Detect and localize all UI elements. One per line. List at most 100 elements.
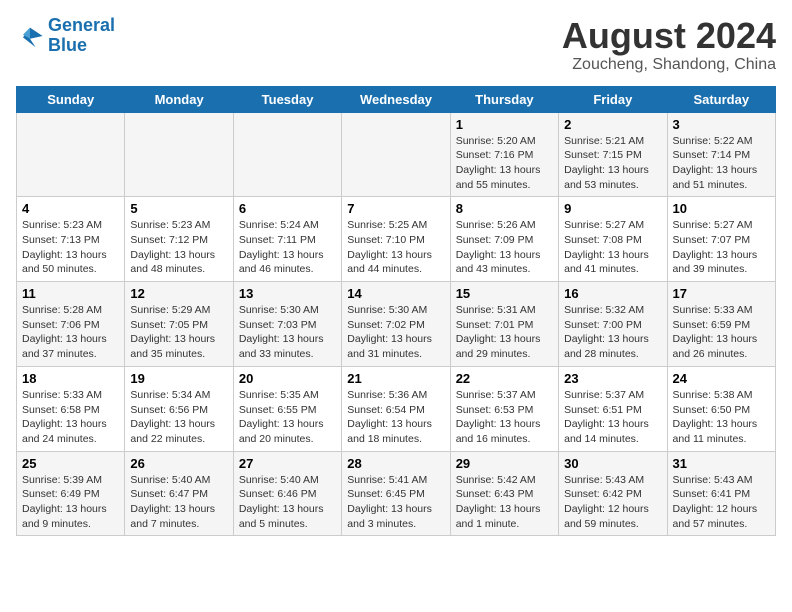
calendar-cell: 11 Sunrise: 5:28 AM Sunset: 7:06 PM Dayli… [17, 282, 125, 367]
calendar-cell: 23Sunrise: 5:37 AM Sunset: 6:51 PM Dayli… [559, 366, 667, 451]
day-info: Sunrise: 5:34 AM Sunset: 6:56 PM Dayligh… [130, 388, 227, 447]
day-number: 9 [564, 201, 661, 216]
day-info: Sunrise: 5:42 AM Sunset: 6:43 PM Dayligh… [456, 473, 553, 532]
logo: General Blue [16, 16, 115, 56]
calendar-cell: 12 Sunrise: 5:29 AM Sunset: 7:05 PM Dayli… [125, 282, 233, 367]
week-row-3: 11 Sunrise: 5:28 AM Sunset: 7:06 PM Dayli… [17, 282, 776, 367]
day-info: Sunrise: 5:27 AM Sunset: 7:07 PM Dayligh… [673, 218, 770, 277]
calendar-cell: 17 Sunrise: 5:33 AM Sunset: 6:59 PM Dayli… [667, 282, 775, 367]
day-info: Sunrise: 5:30 AM Sunset: 7:03 PM Dayligh… [239, 303, 336, 362]
day-number: 31 [673, 456, 770, 471]
day-info: Sunrise: 5:41 AM Sunset: 6:45 PM Dayligh… [347, 473, 444, 532]
page-header: General Blue August 2024 Zoucheng, Shand… [16, 16, 776, 74]
day-number: 23 [564, 371, 661, 386]
day-number: 6 [239, 201, 336, 216]
day-number: 13 [239, 286, 336, 301]
day-info: Sunrise: 5:20 AM Sunset: 7:16 PM Dayligh… [456, 134, 553, 193]
calendar-cell: 28 Sunrise: 5:41 AM Sunset: 6:45 PM Dayli… [342, 451, 450, 536]
day-info: Sunrise: 5:33 AM Sunset: 6:59 PM Dayligh… [673, 303, 770, 362]
calendar-cell: 26 Sunrise: 5:40 AM Sunset: 6:47 PM Dayli… [125, 451, 233, 536]
calendar-cell: 4 Sunrise: 5:23 AM Sunset: 7:13 PM Daylig… [17, 197, 125, 282]
day-number: 29 [456, 456, 553, 471]
day-info: Sunrise: 5:38 AM Sunset: 6:50 PM Dayligh… [673, 388, 770, 447]
calendar-cell: 7 Sunrise: 5:25 AM Sunset: 7:10 PM Daylig… [342, 197, 450, 282]
calendar-cell: 20Sunrise: 5:35 AM Sunset: 6:55 PM Dayli… [233, 366, 341, 451]
day-number: 26 [130, 456, 227, 471]
calendar-cell: 14 Sunrise: 5:30 AM Sunset: 7:02 PM Dayli… [342, 282, 450, 367]
day-info: Sunrise: 5:40 AM Sunset: 6:46 PM Dayligh… [239, 473, 336, 532]
day-number: 3 [673, 117, 770, 132]
calendar-cell: 10 Sunrise: 5:27 AM Sunset: 7:07 PM Dayli… [667, 197, 775, 282]
day-info: Sunrise: 5:43 AM Sunset: 6:41 PM Dayligh… [673, 473, 770, 532]
day-info: Sunrise: 5:23 AM Sunset: 7:13 PM Dayligh… [22, 218, 119, 277]
calendar-cell [342, 112, 450, 197]
calendar-cell: 19 Sunrise: 5:34 AM Sunset: 6:56 PM Dayli… [125, 366, 233, 451]
header-row: SundayMondayTuesdayWednesdayThursdayFrid… [17, 86, 776, 112]
day-info: Sunrise: 5:23 AM Sunset: 7:12 PM Dayligh… [130, 218, 227, 277]
day-number: 15 [456, 286, 553, 301]
day-number: 4 [22, 201, 119, 216]
header-sunday: Sunday [17, 86, 125, 112]
title-area: August 2024 Zoucheng, Shandong, China [562, 16, 776, 74]
day-number: 2 [564, 117, 661, 132]
header-friday: Friday [559, 86, 667, 112]
calendar-cell: 6 Sunrise: 5:24 AM Sunset: 7:11 PM Daylig… [233, 197, 341, 282]
day-info: Sunrise: 5:26 AM Sunset: 7:09 PM Dayligh… [456, 218, 553, 277]
day-number: 8 [456, 201, 553, 216]
day-number: 19 [130, 371, 227, 386]
day-info: Sunrise: 5:29 AM Sunset: 7:05 PM Dayligh… [130, 303, 227, 362]
header-saturday: Saturday [667, 86, 775, 112]
calendar-body: 1Sunrise: 5:20 AM Sunset: 7:16 PM Daylig… [17, 112, 776, 536]
day-info: Sunrise: 5:30 AM Sunset: 7:02 PM Dayligh… [347, 303, 444, 362]
day-info: Sunrise: 5:39 AM Sunset: 6:49 PM Dayligh… [22, 473, 119, 532]
calendar-cell: 9 Sunrise: 5:27 AM Sunset: 7:08 PM Daylig… [559, 197, 667, 282]
calendar-cell: 24 Sunrise: 5:38 AM Sunset: 6:50 PM Dayli… [667, 366, 775, 451]
day-number: 28 [347, 456, 444, 471]
header-monday: Monday [125, 86, 233, 112]
calendar-cell: 22Sunrise: 5:37 AM Sunset: 6:53 PM Dayli… [450, 366, 558, 451]
calendar-cell: 13 Sunrise: 5:30 AM Sunset: 7:03 PM Dayli… [233, 282, 341, 367]
day-number: 10 [673, 201, 770, 216]
day-info: Sunrise: 5:43 AM Sunset: 6:42 PM Dayligh… [564, 473, 661, 532]
week-row-1: 1Sunrise: 5:20 AM Sunset: 7:16 PM Daylig… [17, 112, 776, 197]
day-number: 11 [22, 286, 119, 301]
calendar-table: SundayMondayTuesdayWednesdayThursdayFrid… [16, 86, 776, 537]
day-number: 17 [673, 286, 770, 301]
calendar-cell [233, 112, 341, 197]
location-subtitle: Zoucheng, Shandong, China [562, 56, 776, 74]
calendar-cell: 16Sunrise: 5:32 AM Sunset: 7:00 PM Dayli… [559, 282, 667, 367]
day-info: Sunrise: 5:40 AM Sunset: 6:47 PM Dayligh… [130, 473, 227, 532]
day-number: 30 [564, 456, 661, 471]
week-row-5: 25 Sunrise: 5:39 AM Sunset: 6:49 PM Dayli… [17, 451, 776, 536]
calendar-cell: 30 Sunrise: 5:43 AM Sunset: 6:42 PM Dayli… [559, 451, 667, 536]
calendar-cell: 1Sunrise: 5:20 AM Sunset: 7:16 PM Daylig… [450, 112, 558, 197]
calendar-cell: 15 Sunrise: 5:31 AM Sunset: 7:01 PM Dayli… [450, 282, 558, 367]
day-info: Sunrise: 5:31 AM Sunset: 7:01 PM Dayligh… [456, 303, 553, 362]
day-info: Sunrise: 5:27 AM Sunset: 7:08 PM Dayligh… [564, 218, 661, 277]
calendar-cell: 27Sunrise: 5:40 AM Sunset: 6:46 PM Dayli… [233, 451, 341, 536]
day-number: 25 [22, 456, 119, 471]
day-number: 24 [673, 371, 770, 386]
calendar-cell: 3Sunrise: 5:22 AM Sunset: 7:14 PM Daylig… [667, 112, 775, 197]
header-thursday: Thursday [450, 86, 558, 112]
day-number: 5 [130, 201, 227, 216]
day-number: 12 [130, 286, 227, 301]
day-number: 7 [347, 201, 444, 216]
day-info: Sunrise: 5:36 AM Sunset: 6:54 PM Dayligh… [347, 388, 444, 447]
day-number: 22 [456, 371, 553, 386]
header-tuesday: Tuesday [233, 86, 341, 112]
day-info: Sunrise: 5:28 AM Sunset: 7:06 PM Dayligh… [22, 303, 119, 362]
header-wednesday: Wednesday [342, 86, 450, 112]
calendar-cell [17, 112, 125, 197]
day-info: Sunrise: 5:25 AM Sunset: 7:10 PM Dayligh… [347, 218, 444, 277]
calendar-cell: 2 Sunrise: 5:21 AM Sunset: 7:15 PM Daylig… [559, 112, 667, 197]
week-row-2: 4 Sunrise: 5:23 AM Sunset: 7:13 PM Daylig… [17, 197, 776, 282]
day-number: 21 [347, 371, 444, 386]
day-number: 14 [347, 286, 444, 301]
calendar-cell: 31 Sunrise: 5:43 AM Sunset: 6:41 PM Dayli… [667, 451, 775, 536]
day-info: Sunrise: 5:35 AM Sunset: 6:55 PM Dayligh… [239, 388, 336, 447]
month-title: August 2024 [562, 16, 776, 56]
day-info: Sunrise: 5:21 AM Sunset: 7:15 PM Dayligh… [564, 134, 661, 193]
day-info: Sunrise: 5:24 AM Sunset: 7:11 PM Dayligh… [239, 218, 336, 277]
week-row-4: 18Sunrise: 5:33 AM Sunset: 6:58 PM Dayli… [17, 366, 776, 451]
